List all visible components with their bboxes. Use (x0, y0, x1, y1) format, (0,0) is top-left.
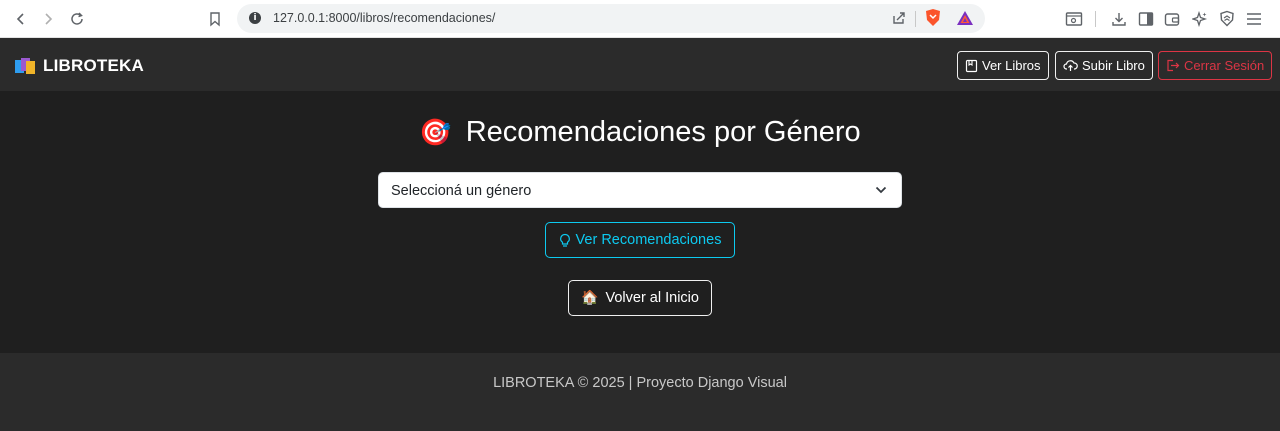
bookmark-icon[interactable] (204, 8, 226, 30)
site-info-icon[interactable]: i (249, 12, 261, 24)
app-navbar: LIBROTEKA Ver Libros Subir Libro Cerrar … (0, 38, 1280, 91)
genre-select[interactable]: Seleccioná un género (378, 172, 902, 208)
house-icon: 🏠 (581, 290, 599, 306)
url-text: 127.0.0.1:8000/libros/recomendaciones/ (273, 11, 496, 25)
page-title-text: Recomendaciones por Género (465, 116, 861, 148)
footer-text: LIBROTEKA © 2025 | Proyecto Django Visua… (493, 375, 787, 391)
cerrar-sesion-button[interactable]: Cerrar Sesión (1158, 51, 1273, 80)
brand-name: LIBROTEKA (43, 56, 144, 75)
back-icon[interactable] (10, 8, 32, 30)
sidebar-icon[interactable] (1136, 9, 1156, 29)
volver-inicio-label: Volver al Inicio (605, 290, 699, 306)
ver-recomendaciones-button[interactable]: Ver Recomendaciones (545, 222, 735, 258)
forward-icon[interactable] (37, 8, 59, 30)
cerrar-sesion-label: Cerrar Sesión (1184, 58, 1265, 73)
target-icon: 🎯 (419, 117, 452, 148)
reader-mode-icon[interactable] (1064, 9, 1084, 29)
main-content: 🎯 Recomendaciones por Género Seleccioná … (0, 91, 1280, 353)
books-icon (15, 58, 35, 74)
genre-select-value: Seleccioná un género (391, 183, 532, 199)
divider (915, 11, 916, 27)
ver-libros-button[interactable]: Ver Libros (957, 51, 1049, 80)
ver-recomendaciones-label: Ver Recomendaciones (575, 232, 722, 248)
subir-libro-button[interactable]: Subir Libro (1055, 51, 1153, 80)
reload-icon[interactable] (66, 8, 88, 30)
volver-inicio-button[interactable]: 🏠 Volver al Inicio (568, 280, 712, 316)
lightbulb-icon (559, 233, 570, 247)
share-icon[interactable] (889, 8, 909, 28)
wallet-icon[interactable] (1162, 9, 1182, 29)
browser-toolbar: i 127.0.0.1:8000/libros/recomendaciones/ (0, 0, 1280, 38)
menu-icon[interactable] (1244, 9, 1264, 29)
ver-libros-label: Ver Libros (982, 58, 1041, 73)
page-title: 🎯 Recomendaciones por Género (0, 116, 1280, 149)
brand[interactable]: LIBROTEKA (15, 56, 144, 76)
cloud-upload-icon (1063, 60, 1078, 71)
vpn-icon[interactable] (1217, 9, 1237, 29)
footer: LIBROTEKA © 2025 | Proyecto Django Visua… (0, 353, 1280, 431)
brave-rewards-icon[interactable] (955, 8, 975, 28)
leo-ai-icon[interactable] (1190, 9, 1210, 29)
divider (1095, 11, 1096, 27)
chevron-down-icon (875, 186, 887, 194)
book-icon (965, 59, 978, 72)
address-bar[interactable]: i 127.0.0.1:8000/libros/recomendaciones/ (237, 4, 985, 33)
download-icon[interactable] (1109, 9, 1129, 29)
subir-libro-label: Subir Libro (1082, 58, 1145, 73)
brave-shields-icon[interactable] (923, 8, 943, 28)
logout-icon (1167, 59, 1180, 72)
